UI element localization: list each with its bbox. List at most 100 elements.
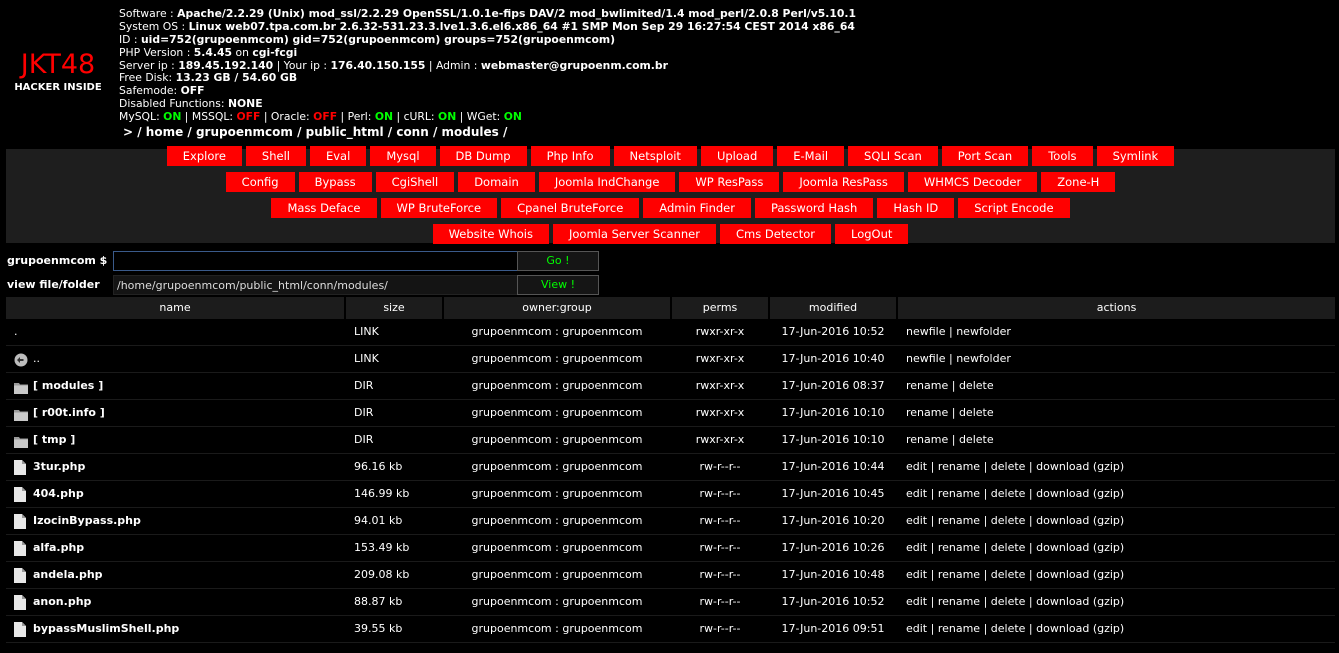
file-name-cell[interactable]: [ modules ]: [6, 373, 344, 399]
action-delete[interactable]: delete: [991, 487, 1026, 500]
file-name[interactable]: bypassMuslimShell.php: [33, 622, 179, 635]
menu-button-wp-bruteforce[interactable]: WP BruteForce: [380, 198, 498, 218]
file-perms[interactable]: rw-r--r--: [672, 589, 768, 615]
action-rename[interactable]: rename: [906, 433, 948, 446]
file-name-cell[interactable]: IzocinBypass.php: [6, 508, 344, 534]
menu-button-eval[interactable]: Eval: [309, 146, 367, 166]
menu-button-cgishell[interactable]: CgiShell: [375, 172, 455, 192]
menu-button-config[interactable]: Config: [225, 172, 295, 192]
menu-button-script-encode[interactable]: Script Encode: [958, 198, 1070, 218]
command-input[interactable]: [113, 251, 519, 271]
action-rename[interactable]: rename: [938, 622, 980, 635]
menu-button-explore[interactable]: Explore: [166, 146, 242, 166]
action-download-gzip[interactable]: download (gzip): [1036, 622, 1124, 635]
action-rename[interactable]: rename: [938, 541, 980, 554]
action-rename[interactable]: rename: [938, 487, 980, 500]
col-name[interactable]: name: [6, 297, 344, 319]
file-perms[interactable]: rw-r--r--: [672, 508, 768, 534]
menu-button-mysql[interactable]: Mysql: [370, 146, 436, 166]
file-name-cell[interactable]: .: [6, 319, 344, 345]
menu-button-logout[interactable]: LogOut: [834, 224, 909, 244]
action-rename[interactable]: rename: [906, 379, 948, 392]
menu-button-admin-finder[interactable]: Admin Finder: [643, 198, 751, 218]
action-newfolder[interactable]: newfolder: [956, 325, 1011, 338]
action-download-gzip[interactable]: download (gzip): [1036, 460, 1124, 473]
action-delete[interactable]: delete: [991, 460, 1026, 473]
menu-button-mass-deface[interactable]: Mass Deface: [271, 198, 377, 218]
menu-button-netsploit[interactable]: Netsploit: [613, 146, 697, 166]
action-edit[interactable]: edit: [906, 487, 927, 500]
menu-button-port-scan[interactable]: Port Scan: [941, 146, 1029, 166]
file-perms[interactable]: rwxr-xr-x: [672, 373, 768, 399]
file-name[interactable]: [ tmp ]: [33, 433, 75, 446]
menu-button-tools[interactable]: Tools: [1032, 146, 1093, 166]
menu-button-shell[interactable]: Shell: [245, 146, 306, 166]
menu-button-wp-respass[interactable]: WP ResPass: [679, 172, 780, 192]
file-name[interactable]: andela.php: [33, 568, 103, 581]
file-name[interactable]: [ modules ]: [33, 379, 103, 392]
file-name-cell[interactable]: anon.php: [6, 589, 344, 615]
file-perms[interactable]: rwxr-xr-x: [672, 427, 768, 453]
action-delete[interactable]: delete: [959, 379, 994, 392]
menu-button-whmcs-decoder[interactable]: WHMCS Decoder: [907, 172, 1038, 192]
file-name[interactable]: IzocinBypass.php: [33, 514, 141, 527]
action-delete[interactable]: delete: [991, 622, 1026, 635]
action-rename[interactable]: rename: [938, 568, 980, 581]
menu-button-joomla-server-scanner[interactable]: Joomla Server Scanner: [553, 224, 716, 244]
file-name[interactable]: 3tur.php: [33, 460, 85, 473]
file-name-cell[interactable]: [ r00t.info ]: [6, 400, 344, 426]
file-name-cell[interactable]: 404.php: [6, 481, 344, 507]
menu-button-e-mail[interactable]: E-Mail: [777, 146, 845, 166]
menu-button-website-whois[interactable]: Website Whois: [432, 224, 549, 244]
action-download-gzip[interactable]: download (gzip): [1036, 568, 1124, 581]
menu-button-php-info[interactable]: Php Info: [530, 146, 610, 166]
action-edit[interactable]: edit: [906, 541, 927, 554]
view-button[interactable]: View !: [517, 275, 599, 295]
file-name-cell[interactable]: andela.php: [6, 562, 344, 588]
action-delete[interactable]: delete: [991, 595, 1026, 608]
file-perms[interactable]: rw-r--r--: [672, 481, 768, 507]
file-name[interactable]: alfa.php: [33, 541, 84, 554]
action-rename[interactable]: rename: [906, 406, 948, 419]
file-name[interactable]: 404.php: [33, 487, 84, 500]
file-name[interactable]: .: [14, 325, 18, 338]
file-name-cell[interactable]: alfa.php: [6, 535, 344, 561]
action-rename[interactable]: rename: [938, 514, 980, 527]
action-edit[interactable]: edit: [906, 595, 927, 608]
menu-button-sqli-scan[interactable]: SQLI Scan: [848, 146, 938, 166]
file-name-cell[interactable]: ..: [6, 346, 344, 372]
current-path[interactable]: > / home / grupoenmcom / public_html / c…: [119, 125, 856, 139]
file-name-cell[interactable]: 3tur.php: [6, 454, 344, 480]
file-perms[interactable]: rw-r--r--: [672, 535, 768, 561]
action-rename[interactable]: rename: [938, 460, 980, 473]
go-button[interactable]: Go !: [517, 251, 599, 271]
menu-button-domain[interactable]: Domain: [458, 172, 535, 192]
action-download-gzip[interactable]: download (gzip): [1036, 595, 1124, 608]
action-delete[interactable]: delete: [991, 514, 1026, 527]
col-modified[interactable]: modified: [770, 297, 896, 319]
menu-button-zone-h[interactable]: Zone-H: [1041, 172, 1116, 192]
file-perms[interactable]: rw-r--r--: [672, 562, 768, 588]
menu-button-cpanel-bruteforce[interactable]: Cpanel BruteForce: [501, 198, 640, 218]
action-download-gzip[interactable]: download (gzip): [1036, 487, 1124, 500]
file-perms[interactable]: rw-r--r--: [672, 454, 768, 480]
file-perms[interactable]: rwxr-xr-x: [672, 346, 768, 372]
action-download-gzip[interactable]: download (gzip): [1036, 514, 1124, 527]
action-edit[interactable]: edit: [906, 568, 927, 581]
action-newfile[interactable]: newfile: [906, 325, 946, 338]
file-name[interactable]: anon.php: [33, 595, 91, 608]
menu-button-joomla-respass[interactable]: Joomla ResPass: [783, 172, 904, 192]
action-edit[interactable]: edit: [906, 460, 927, 473]
action-delete[interactable]: delete: [959, 406, 994, 419]
menu-button-cms-detector[interactable]: Cms Detector: [719, 224, 831, 244]
view-path-input[interactable]: [113, 275, 519, 295]
menu-button-password-hash[interactable]: Password Hash: [754, 198, 874, 218]
menu-button-db-dump[interactable]: DB Dump: [439, 146, 527, 166]
action-rename[interactable]: rename: [938, 595, 980, 608]
file-name-cell[interactable]: [ tmp ]: [6, 427, 344, 453]
action-newfolder[interactable]: newfolder: [956, 352, 1011, 365]
action-delete[interactable]: delete: [959, 433, 994, 446]
file-name[interactable]: ..: [33, 352, 40, 365]
action-newfile[interactable]: newfile: [906, 352, 946, 365]
action-download-gzip[interactable]: download (gzip): [1036, 541, 1124, 554]
